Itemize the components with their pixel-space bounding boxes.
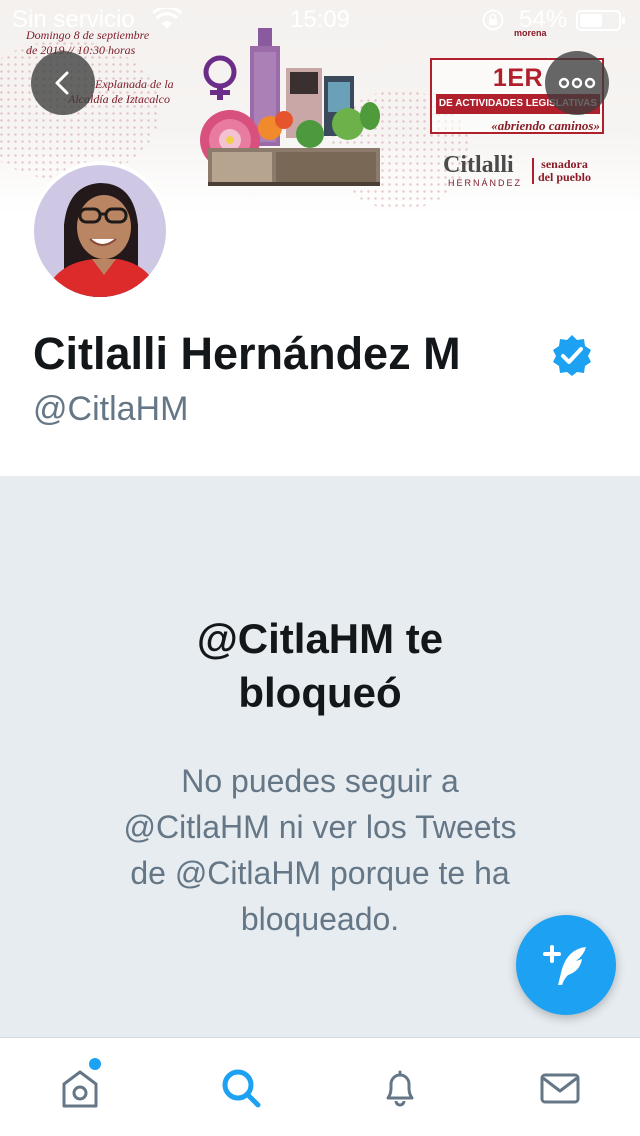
bottom-tab-bar (0, 1037, 640, 1136)
status-bar: Sin servicio 15:09 54% (0, 0, 640, 40)
tab-notifications[interactable] (376, 1064, 424, 1112)
signature-tag: senadora del pueblo (532, 158, 591, 184)
more-options-button[interactable] (545, 51, 609, 115)
blocked-message-line-3: de @CitlaHM porque te ha (130, 855, 510, 891)
home-notification-dot (89, 1058, 101, 1070)
report-tagline: «abriendo caminos» (491, 118, 600, 133)
profile-handle: @CitlaHM (33, 390, 189, 428)
blocked-title: @CitlaHM te bloqueó (60, 612, 580, 720)
signature-surname: HERNÁNDEZ (448, 178, 523, 188)
blocked-message-line-1: No puedes seguir a (181, 763, 459, 799)
more-horizontal-icon (558, 77, 596, 89)
avatar[interactable] (30, 161, 170, 301)
tab-search[interactable] (217, 1064, 265, 1112)
orientation-lock-icon (482, 9, 504, 31)
event-year-time: de 2019 // 10:30 horas (26, 43, 136, 57)
battery-icon (576, 10, 625, 31)
verified-badge-icon (553, 335, 591, 376)
banner-city-collage (200, 28, 380, 186)
blocked-title-line-1: @CitlaHM te (196, 615, 444, 662)
back-button[interactable] (31, 51, 95, 115)
blocked-message-line-2: @CitlaHM ni ver los Tweets (123, 809, 517, 845)
chevron-left-icon (55, 71, 69, 95)
blocked-message: No puedes seguir a @CitlaHM ni ver los T… (70, 758, 570, 942)
blocked-title-line-2: bloqueó (238, 669, 402, 716)
battery-percent: 54% (519, 6, 568, 33)
avatar-portrait (34, 165, 166, 297)
event-place-1: Explanada de la (95, 77, 174, 91)
mail-icon (540, 1073, 580, 1104)
signature-name: Citlalli (443, 152, 514, 178)
blocked-message-line-4: bloqueado. (240, 901, 400, 937)
signature-tag-line-2: del pueblo (538, 170, 592, 184)
profile-name: Citlalli Hernández M (33, 328, 461, 379)
compose-feather-icon (543, 945, 586, 985)
bell-icon (386, 1070, 414, 1107)
tab-messages[interactable] (536, 1064, 584, 1112)
search-icon (222, 1069, 261, 1108)
home-icon (62, 1070, 98, 1108)
avatar-photo (34, 165, 166, 297)
tab-home[interactable] (56, 1064, 104, 1112)
compose-tweet-button[interactable] (516, 915, 616, 1015)
